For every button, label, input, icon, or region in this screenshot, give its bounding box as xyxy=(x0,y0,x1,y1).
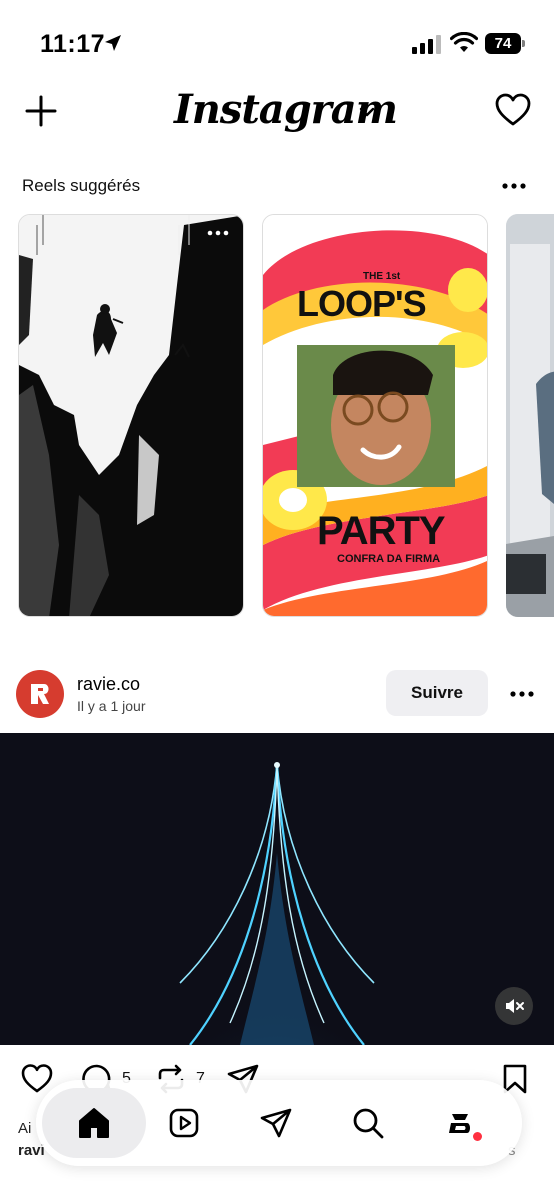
status-bar: 11:17 74 xyxy=(0,0,554,80)
app-header: Instagram xyxy=(0,80,554,150)
profile-avatar-icon xyxy=(449,1114,470,1133)
reel-more-icon[interactable] xyxy=(205,225,231,241)
post-header: ravie.co Il y a 1 jour Suivre xyxy=(0,660,554,730)
brand-logo-icon xyxy=(31,684,49,704)
post-video-artwork xyxy=(0,733,554,1045)
reel-overlay-small: THE 1st xyxy=(363,271,401,282)
signal-icon xyxy=(412,35,441,54)
reel-card-2[interactable]: THE 1st LOOP'S PARTY CONFRA DA FIRMA xyxy=(262,214,488,617)
plus-icon[interactable] xyxy=(24,94,58,128)
reel-overlay-title: LOOP'S xyxy=(297,283,427,324)
more-options-icon[interactable] xyxy=(500,176,528,196)
follow-button[interactable]: Suivre xyxy=(386,670,488,716)
reel-partial-image xyxy=(506,214,554,617)
more-options-icon[interactable] xyxy=(508,686,536,702)
search-icon xyxy=(353,1108,384,1139)
paper-plane-icon xyxy=(260,1108,292,1138)
reels-section-title: Reels suggérés xyxy=(22,176,141,195)
post-timestamp: Il y a 1 jour xyxy=(77,698,146,714)
location-arrow-icon xyxy=(105,35,121,51)
chevron-down-icon[interactable] xyxy=(358,106,376,118)
tab-home[interactable] xyxy=(42,1088,146,1158)
tab-reels[interactable] xyxy=(154,1093,214,1153)
battery-icon: 74 xyxy=(485,33,525,54)
mute-button[interactable] xyxy=(495,987,533,1025)
wifi-icon xyxy=(450,32,478,52)
tab-profile[interactable] xyxy=(430,1093,490,1153)
heart-icon[interactable] xyxy=(494,92,532,128)
reel-overlay-subtitle: CONFRA DA FIRMA xyxy=(337,553,441,565)
caption-username[interactable]: ravi xyxy=(18,1142,45,1159)
battery-level: 74 xyxy=(494,35,512,52)
post-username[interactable]: ravie.co xyxy=(77,674,140,695)
speaker-muted-icon xyxy=(506,999,524,1013)
caption-line-1: Ai xyxy=(18,1120,32,1137)
reels-icon xyxy=(169,1108,199,1138)
reel-illustration xyxy=(19,215,243,616)
reel-card-3[interactable] xyxy=(506,214,554,617)
home-icon xyxy=(79,1108,109,1138)
tab-search[interactable] xyxy=(338,1093,398,1153)
reel-overlay-party: PARTY xyxy=(317,509,446,553)
bottom-tab-bar xyxy=(36,1080,522,1166)
post-media[interactable] xyxy=(0,733,554,1045)
tab-messages[interactable] xyxy=(246,1093,306,1153)
notification-dot xyxy=(473,1132,482,1141)
avatar[interactable] xyxy=(16,670,64,718)
status-time: 11:17 xyxy=(40,30,106,58)
reel-card-1[interactable] xyxy=(18,214,244,617)
